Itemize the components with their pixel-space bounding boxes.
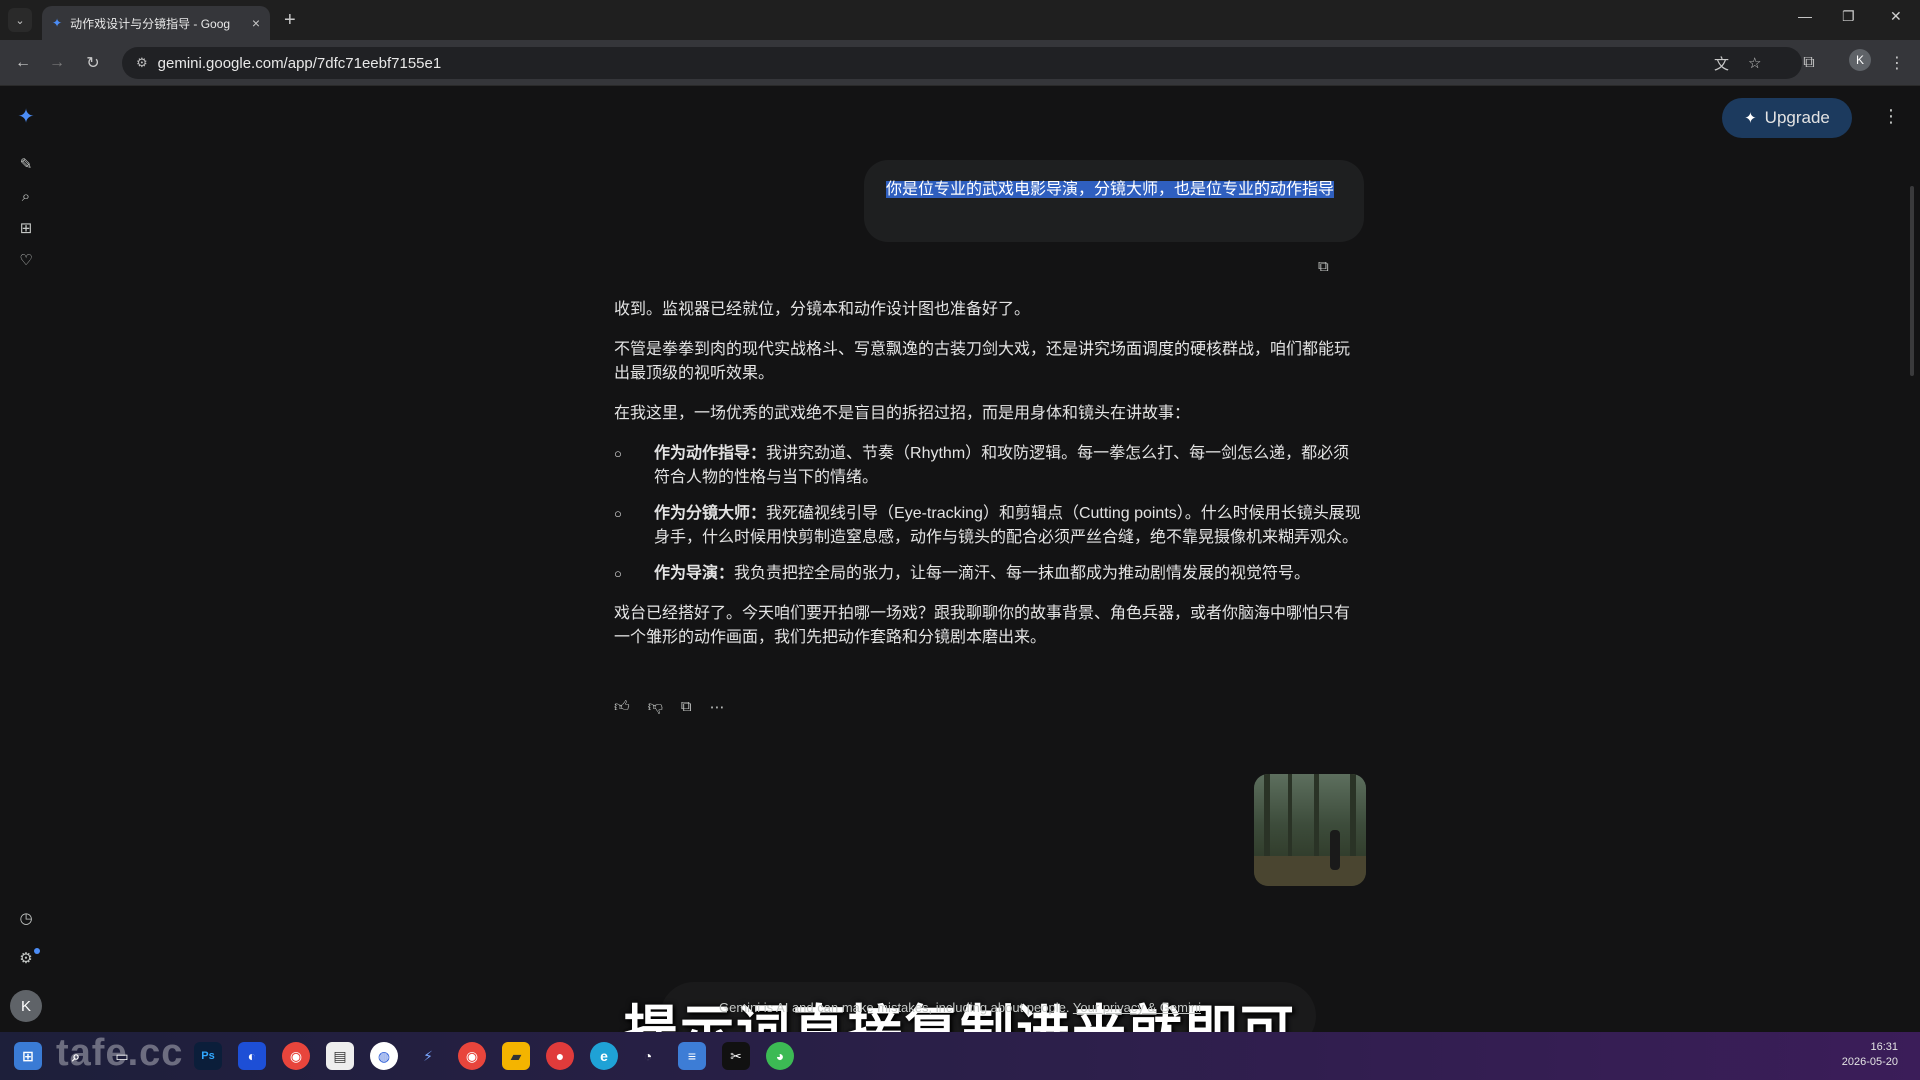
tafe-watermark: tafe.cc [56, 1032, 184, 1074]
taskbar-clock[interactable]: 16:31 2026-05-20 [1842, 1040, 1898, 1070]
activity-history-icon[interactable]: ◷ [14, 906, 38, 930]
user-message-text: 你是位专业的武戏电影导演，分镜大师，也是位专业的动作指导 [886, 181, 1335, 198]
upgrade-button[interactable]: ✦ Upgrade [1722, 98, 1852, 138]
close-window-button[interactable]: ✕ [1890, 8, 1902, 25]
list-item: 作为导演：我负责把控全局的张力，让每一滴汗、每一抹血都成为推动剧情发展的视觉符号… [614, 562, 1364, 586]
tab-title: 动作戏设计与分镜指导 - Goog [70, 16, 231, 31]
browser-profile-avatar[interactable]: K [1849, 49, 1871, 71]
app-icon[interactable]: ◕ [766, 1042, 794, 1070]
address-bar[interactable]: ⚙ gemini.google.com/app/7dfc71eebf7155e1… [122, 47, 1802, 79]
restore-button[interactable]: ❐ [1842, 8, 1855, 25]
start-windows-icon[interactable]: ⊞ [14, 1042, 42, 1070]
bullet-text: 我负责把控全局的张力，让每一滴汗、每一抹血都成为推动剧情发展的视觉符号。 [734, 565, 1311, 582]
capcut-icon[interactable]: ✂ [722, 1042, 750, 1070]
app-icon[interactable]: ⚡ [414, 1042, 442, 1070]
site-info-icon[interactable]: ⚙ [136, 55, 148, 71]
response-paragraph: 不管是拳拳到肉的现代实战格斗、写意飘逸的古装刀剑大戏，还是讲究场面调度的硬核群战… [614, 341, 1351, 382]
upgrade-label: Upgrade [1764, 108, 1830, 127]
translate-icon[interactable]: 文 [1714, 47, 1729, 79]
bookmark-star-icon[interactable]: ☆ [1748, 47, 1761, 79]
app-icon[interactable]: ◔ [634, 1042, 662, 1070]
bullet-title: 作为导演： [654, 565, 735, 582]
uploaded-forest-image[interactable] [1254, 774, 1366, 886]
browser-tab-active[interactable]: ✦ 动作戏设计与分镜指导 - Goog × [42, 6, 270, 40]
browser-toolbar: ← → ↻ ⚙ gemini.google.com/app/7dfc71eebf… [0, 40, 1920, 86]
bullet-title: 作为动作指导： [654, 445, 767, 462]
thumbs-up-icon[interactable]: 👍︎ [614, 698, 630, 716]
minimize-button[interactable]: — [1798, 8, 1812, 24]
response-paragraph: 戏台已经搭好了。今天咱们要开拍哪一场戏？跟我聊聊你的故事背景、角色兵器，或者你脑… [614, 605, 1351, 646]
tab-close-icon[interactable]: × [252, 15, 260, 31]
edge-icon[interactable]: e [590, 1042, 618, 1070]
user-message-bubble: 你是位专业的武戏电影导演，分镜大师，也是位专业的动作指导 [864, 160, 1364, 242]
file-icon[interactable]: ▤ [326, 1042, 354, 1070]
disclaimer-text: Gemini is AI and can make mistakes, incl… [718, 1000, 1070, 1015]
clock-time: 16:31 [1870, 1041, 1898, 1053]
response-bullet-list: 作为动作指导：我讲究劲道、节奏（Rhythm）和攻防逻辑。每一拳怎么打、每一剑怎… [614, 442, 1364, 586]
model-response: 收到。监视器已经就位，分镜本和动作设计图也准备好了。 不管是拳拳到肉的现代实战格… [614, 298, 1364, 666]
new-tab-button[interactable]: + [284, 8, 296, 32]
clock-date: 2026-05-20 [1841, 1056, 1898, 1068]
response-actions: 👍︎ 👎︎ ⧉ ⋯ [614, 698, 725, 716]
browser-tabstrip: ⌄ ✦ 动作戏设计与分镜指导 - Goog × + — ❐ ✕ [0, 0, 1920, 40]
app-icon[interactable]: ● [546, 1042, 574, 1070]
new-chat-icon[interactable]: ✎ [14, 152, 38, 176]
notification-dot [34, 948, 40, 954]
chrome-icon[interactable]: ◉ [282, 1042, 310, 1070]
tab-search-button[interactable]: ⌄ [8, 8, 32, 32]
privacy-link[interactable]: Your privacy & Gemini [1073, 1000, 1201, 1015]
photoshop-icon[interactable]: Ps [194, 1042, 222, 1070]
person-figure [1330, 830, 1340, 870]
gems-icon[interactable]: ♡ [14, 248, 38, 272]
reload-icon[interactable]: ↻ [82, 52, 104, 74]
windows-taskbar: ⊞ ⌕ ▭ Ps ◐ ◉ ▤ ◍ ⚡ ◉ ▰ ● e ◔ ≡ ✂ ◕ [0, 1032, 1920, 1080]
gemini-logo-icon[interactable]: ✦ [14, 104, 38, 128]
more-options-icon[interactable]: ⋮ [1882, 106, 1900, 127]
file-explorer-icon[interactable]: ▰ [502, 1042, 530, 1070]
bullet-title: 作为分镜大师： [654, 505, 767, 522]
chrome-active-icon[interactable]: ◉ [458, 1042, 486, 1070]
more-actions-icon[interactable]: ⋯ [710, 698, 725, 716]
apps-grid-icon[interactable]: ⊞ [14, 216, 38, 240]
url-text[interactable]: gemini.google.com/app/7dfc71eebf7155e1 [158, 55, 442, 72]
sidebar: ✦ ✎ ⌕ ⊞ ♡ ◷ ⚙ K [0, 86, 52, 1032]
forest-ground [1254, 856, 1366, 886]
forward-arrow-icon[interactable]: → [46, 52, 68, 74]
search-icon[interactable]: ⌕ [14, 184, 38, 208]
app-icon[interactable]: ◍ [370, 1042, 398, 1070]
app-icon[interactable]: ◐ [238, 1042, 266, 1070]
response-paragraph: 收到。监视器已经就位，分镜本和动作设计图也准备好了。 [614, 301, 1031, 318]
notes-icon[interactable]: ≡ [678, 1042, 706, 1070]
gemini-app: ✦ ✎ ⌕ ⊞ ♡ ◷ ⚙ K ✦ Upgrade ⋮ 你是位专业的武戏电影导演… [0, 86, 1920, 1061]
scrollbar-thumb[interactable] [1910, 186, 1914, 376]
copy-prompt-icon[interactable]: ⧉ [1318, 258, 1329, 275]
back-arrow-icon[interactable]: ← [12, 52, 34, 74]
response-paragraph: 在我这里，一场优秀的武戏绝不是盲目的拆招过招，而是用身体和镜头在讲故事： [614, 405, 1191, 422]
extensions-icon[interactable]: ⧉ [1798, 52, 1820, 74]
list-item: 作为分镜大师：我死磕视线引导（Eye-tracking）和剪辑点（Cutting… [614, 502, 1364, 550]
sparkle-icon: ✦ [1744, 110, 1757, 127]
list-item: 作为动作指导：我讲究劲道、节奏（Rhythm）和攻防逻辑。每一拳怎么打、每一剑怎… [614, 442, 1364, 490]
thumbs-down-icon[interactable]: 👎︎ [648, 698, 663, 716]
browser-menu-icon[interactable]: ⋮ [1886, 52, 1908, 74]
gemini-favicon-icon: ✦ [52, 16, 63, 30]
footer-disclaimer: Gemini is AI and can make mistakes, incl… [0, 1000, 1920, 1015]
copy-icon[interactable]: ⧉ [681, 698, 692, 716]
